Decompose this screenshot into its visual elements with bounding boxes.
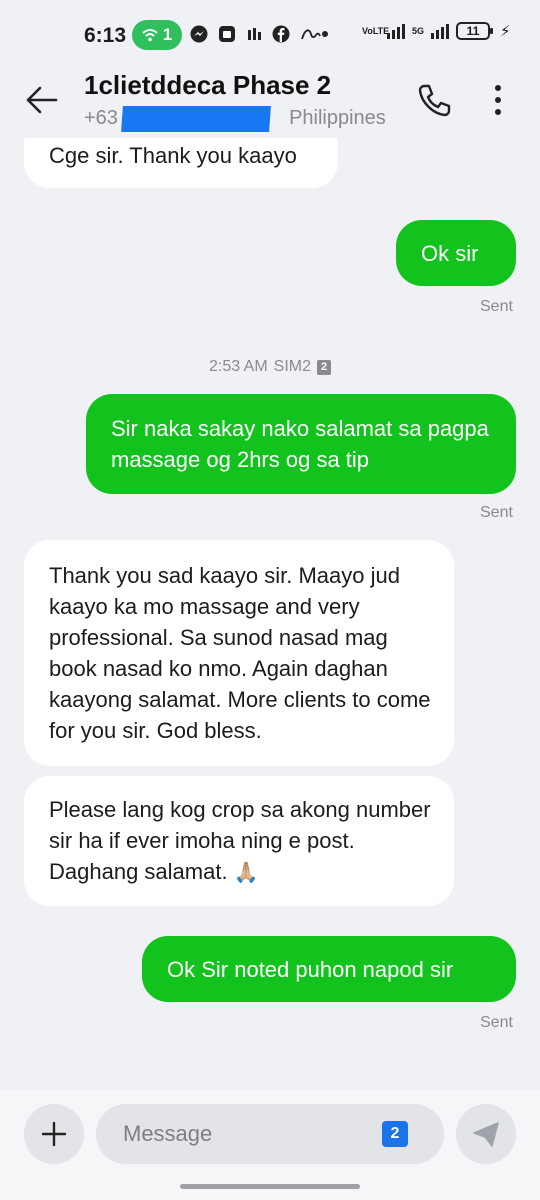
charging-icon: ⚡ [500,23,511,40]
home-indicator[interactable] [180,1184,360,1189]
phone-icon [418,84,451,117]
app-notification-icon [219,26,235,42]
contact-name[interactable]: 1clietddeca Phase 2 [84,70,331,101]
compose-bar: 2 [0,1090,540,1200]
battery-level: 11 [466,24,480,38]
call-button[interactable] [414,80,454,120]
status-time: 6:13 [84,24,127,47]
more-options-button[interactable] [484,80,512,120]
phone-location: Philippines [289,107,386,129]
redaction-mark [121,106,271,132]
messenger-icon [190,25,208,43]
network-type: 5G [412,26,425,36]
status-bar: 6:13 1 VoLTE 5G 11 ⚡ [0,0,540,70]
message-bubble-outgoing[interactable]: Sir naka sakay nako salamat sa pagpa mas… [86,394,516,494]
sim-badge-icon: 2 [317,359,332,375]
notification-icons [190,25,322,43]
signal-icon [387,23,405,39]
conversation-header: 1clietddeca Phase 2 +63 Philippines [0,62,540,138]
message-bubble-outgoing[interactable]: Ok sir [396,220,516,286]
more-notifications-dot [322,31,328,37]
data-usage-icon [248,28,261,40]
back-arrow-icon [26,86,58,114]
timestamp-time: 2:53 AM [208,358,268,375]
script-a-icon [301,29,321,40]
message-text: Sir naka sakay nako salamat sa pagpa mas… [111,416,489,472]
message-timestamp: 2:53 AM SIM2 2 [0,358,540,376]
message-thread[interactable]: Cge sir. Thank you kaayo Ok sir Sent 2:5… [0,138,540,1088]
message-status: Sent [480,504,513,521]
status-right: VoLTE 5G 11 ⚡ [362,22,511,40]
message-bubble-incoming[interactable]: Please lang kog crop sa akong number sir… [24,776,454,906]
back-button[interactable] [22,80,62,120]
add-attachment-button[interactable] [24,1104,84,1164]
send-button[interactable] [456,1104,516,1164]
hotspot-indicator: 1 [132,20,182,50]
sim-selector-button[interactable]: 2 [382,1121,408,1147]
folded-hands-emoji: 🙏🏼 [233,862,259,884]
send-icon [473,1122,499,1147]
message-bubble-incoming[interactable]: Thank you sad kaayo sir. Maayo jud kaayo… [24,540,454,766]
battery-icon: 11 [456,22,494,40]
volte-indicator: VoLTE [362,25,390,36]
message-text: Ok Sir noted puhon napod sir [167,957,454,982]
message-bubble-outgoing[interactable]: Ok Sir noted puhon napod sir [142,936,516,1002]
facebook-icon [272,25,290,43]
phone-prefix: +63 [84,107,118,129]
message-text: Cge sir. Thank you kaayo [49,143,297,168]
message-text: Thank you sad kaayo sir. Maayo jud kaayo… [49,563,431,743]
wifi-hotspot-icon [142,29,158,42]
plus-icon [41,1121,67,1147]
message-status: Sent [480,1014,513,1031]
timestamp-sim: SIM2 [273,358,312,375]
message-status: Sent [480,298,513,315]
message-text: Ok sir [421,241,479,266]
signal-icon-sim2 [431,23,450,39]
more-vertical-icon [495,85,501,91]
hotspot-count: 1 [162,25,173,44]
message-bubble-incoming[interactable]: Cge sir. Thank you kaayo [24,138,338,188]
